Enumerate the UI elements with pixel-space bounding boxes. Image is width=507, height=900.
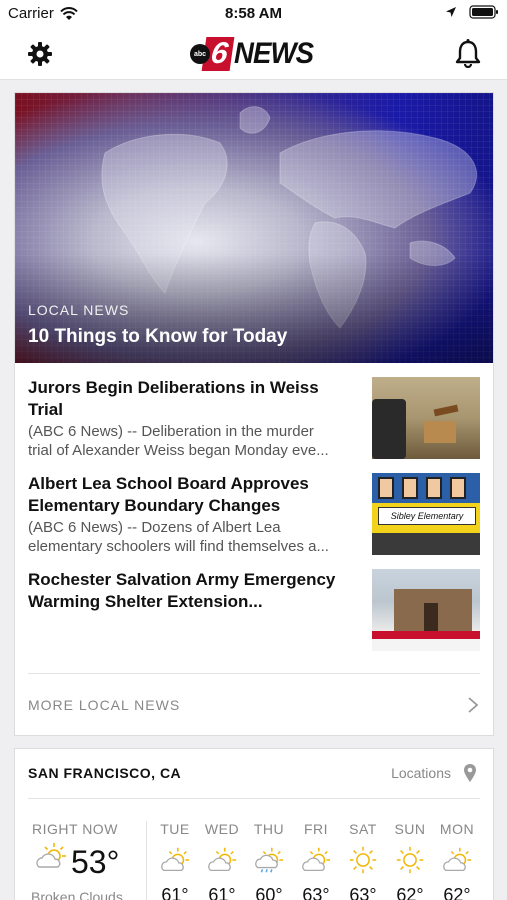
forecast-day[interactable]: TUE 61° <box>153 821 197 900</box>
thumb-bus-lower <box>372 533 480 555</box>
forecast-day-name: SUN <box>394 821 426 837</box>
forecast-temp: 61° <box>161 885 189 900</box>
divider <box>146 821 147 900</box>
location-pin-icon[interactable] <box>463 763 477 783</box>
status-bar: Carrier 8:58 AM <box>0 0 507 28</box>
forecast-day[interactable]: SAT 63° <box>341 821 385 900</box>
forecast-temp: 63° <box>302 885 330 900</box>
partly-cloudy-icon <box>36 843 66 868</box>
partly-cloudy-icon <box>161 847 190 872</box>
thumb-bus-window <box>426 477 442 499</box>
story-summary-line: (ABC 6 News) -- Deliberation in the murd… <box>28 423 314 440</box>
sun-icon <box>349 846 377 874</box>
divider <box>28 798 480 799</box>
forecast-day[interactable]: WED 61° <box>200 821 244 900</box>
story-item[interactable]: Jurors Begin Deliberations in Weiss Tria… <box>28 377 480 459</box>
logo-abc: abc <box>190 44 210 64</box>
story-summary-line: (ABC 6 News) -- Dozens of Albert Lea <box>28 519 281 536</box>
story-thumbnail[interactable]: Sibley Elementary <box>372 473 480 555</box>
forecast-day-name: SAT <box>349 821 377 837</box>
forecast-temp: 60° <box>255 885 283 900</box>
forecast-day-name: TUE <box>160 821 190 837</box>
forecast-day[interactable]: SUN 62° <box>388 821 432 900</box>
story-title[interactable]: Jurors Begin Deliberations in Weiss Tria… <box>28 377 358 421</box>
story-summary-line: elementary schoolers will find themselve… <box>28 538 329 555</box>
location-arrow-icon <box>446 7 456 17</box>
bell-icon[interactable] <box>455 38 481 68</box>
thumb-ticker-lower <box>372 639 480 651</box>
current-temp: 53° <box>71 844 120 880</box>
status-right <box>445 5 499 19</box>
locations-button[interactable]: Locations <box>391 765 451 781</box>
abc6-news-logo[interactable]: abc 6 NEWS <box>190 36 320 72</box>
thumb-bus-window <box>402 477 418 499</box>
forecast-day-name: WED <box>204 821 240 837</box>
partly-cloudy-icon <box>443 847 472 872</box>
weather-card: SAN FRANCISCO, CA Locations RIGHT NOW 53… <box>14 748 494 900</box>
thumb-door <box>424 603 438 631</box>
forecast-temp: 62° <box>396 885 424 900</box>
nav-bar: abc 6 NEWS <box>0 28 507 80</box>
current-weather-label: RIGHT NOW <box>32 821 118 837</box>
story-thumbnail[interactable] <box>372 569 480 651</box>
forecast-day-name: FRI <box>303 821 329 837</box>
thumb-bus-sign: Sibley Elementary <box>378 507 476 525</box>
thumb-chair-shape <box>372 399 406 459</box>
status-time: 8:58 AM <box>225 5 282 22</box>
battery-icon <box>469 5 498 19</box>
forecast-day[interactable]: MON 62° <box>435 821 479 900</box>
story-title[interactable]: Albert Lea School Board Approves Element… <box>28 473 358 517</box>
partly-cloudy-icon <box>302 847 331 872</box>
story-item[interactable]: Albert Lea School Board Approves Element… <box>28 473 480 555</box>
partly-cloudy-icon <box>208 847 237 872</box>
forecast-day-name: MON <box>439 821 475 837</box>
logo-word: NEWS <box>233 37 314 70</box>
thumb-bus-window <box>378 477 394 499</box>
forecast-day[interactable]: THU 60° <box>247 821 291 900</box>
thumb-bus-window <box>450 477 466 499</box>
more-local-news-link[interactable]: MORE LOCAL NEWS <box>28 697 180 713</box>
story-summary-line: trial of Alexander Weiss began Monday ev… <box>28 442 329 459</box>
gear-icon[interactable] <box>27 41 53 67</box>
story-title[interactable]: Rochester Salvation Army Emergency Warmi… <box>28 569 358 613</box>
divider <box>28 673 480 674</box>
local-news-card: LOCAL NEWS 10 Things to Know for Today J… <box>14 92 494 736</box>
story-item[interactable]: Rochester Salvation Army Emergency Warmi… <box>28 569 480 651</box>
rain-icon <box>255 847 284 873</box>
thumb-gavel-block <box>424 421 456 443</box>
thumb-gavel-handle <box>433 404 459 417</box>
hero-headline[interactable]: 10 Things to Know for Today <box>28 326 287 348</box>
forecast-day-name: THU <box>253 821 285 837</box>
sun-icon <box>396 846 424 874</box>
forecast-temp: 63° <box>349 885 377 900</box>
forecast-temp: 62° <box>443 885 471 900</box>
hero-kicker: LOCAL NEWS <box>28 302 130 318</box>
forecast-day[interactable]: FRI 63° <box>294 821 338 900</box>
hero-story[interactable]: LOCAL NEWS 10 Things to Know for Today <box>15 93 493 363</box>
chevron-right-icon[interactable] <box>467 696 479 714</box>
forecast-temp: 61° <box>208 885 236 900</box>
story-thumbnail[interactable] <box>372 377 480 459</box>
weather-city: SAN FRANCISCO, CA <box>28 765 182 781</box>
thumb-ticker-bar <box>372 631 480 639</box>
current-condition: Broken Clouds <box>31 889 123 900</box>
